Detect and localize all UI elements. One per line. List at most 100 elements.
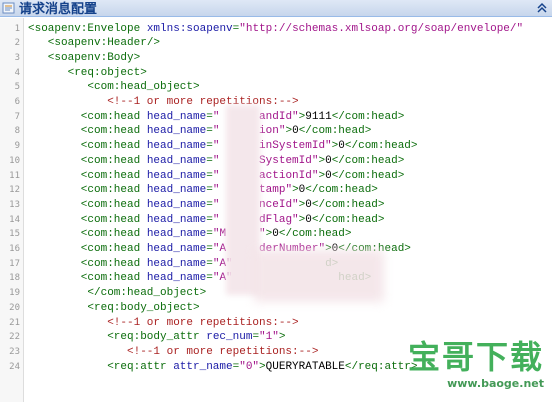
code-line[interactable]: <com:head_object> xyxy=(87,80,199,95)
line-number: 12 xyxy=(9,185,20,196)
token-tag: <soapenv:Header/> xyxy=(47,37,161,50)
token-tag: = xyxy=(206,140,213,153)
token-tag: </com:head_object> xyxy=(87,287,207,300)
token-tag: <com:head_object> xyxy=(87,81,200,94)
token-text: 0 xyxy=(325,169,332,182)
panel-header: 请求消息配置 xyxy=(0,0,552,17)
token-tag: = xyxy=(206,213,213,226)
token-com: <!--1 or more repetitions:--> xyxy=(127,345,319,358)
token-val: "0" xyxy=(239,360,260,373)
token-attr: head_name xyxy=(146,125,207,138)
line-number: 22 xyxy=(9,332,20,343)
token-attr: head_name xyxy=(146,154,207,167)
token-val: "1" xyxy=(259,331,279,344)
token-tag: > xyxy=(292,184,299,197)
code-line[interactable]: </com:head_object> xyxy=(87,286,206,301)
code-line[interactable]: <!--1 or more repetitions:--> xyxy=(107,95,298,110)
line-number: 20 xyxy=(9,302,20,313)
token-tag: = xyxy=(206,110,213,123)
token-attr: head_name xyxy=(146,198,207,211)
token-tag: <soapenv:Envelope xyxy=(28,22,147,35)
redaction-blur xyxy=(254,250,384,302)
token-tag: <com:head xyxy=(80,125,147,138)
token-tag: <soapenv:Body> xyxy=(47,51,141,64)
token-tag: </com:head> xyxy=(311,198,385,211)
token-tag: </com:head> xyxy=(278,228,352,241)
line-number: 13 xyxy=(9,199,20,210)
code-line[interactable]: <soapenv:Body> xyxy=(48,51,140,66)
document-icon xyxy=(2,2,15,14)
code-line[interactable]: <req:body_attr rec_num="1"> xyxy=(107,330,285,345)
line-number: 11 xyxy=(9,170,20,181)
line-number: 24 xyxy=(9,361,20,372)
token-text: 0 xyxy=(272,228,279,241)
token-attr: attr_name xyxy=(173,360,233,373)
line-number: 8 xyxy=(14,126,20,137)
line-number: 23 xyxy=(9,346,20,357)
token-text: 0 xyxy=(338,140,345,153)
token-tag: </com:head> xyxy=(344,140,418,153)
line-number: 4 xyxy=(14,67,20,78)
token-tag: = xyxy=(206,169,213,182)
token-attr: head_name xyxy=(146,243,207,255)
token-tag: = xyxy=(206,184,213,197)
line-number: 14 xyxy=(9,214,20,225)
token-text: 9111 xyxy=(305,110,332,123)
token-tag: <com:head xyxy=(80,198,147,211)
token-text: 0 xyxy=(305,198,312,211)
token-attr: head_name xyxy=(146,169,207,182)
token-tag: <req:attr xyxy=(107,360,174,373)
line-number: 2 xyxy=(14,38,20,49)
token-tag: <com:head xyxy=(80,213,147,226)
token-text: 0 xyxy=(305,213,312,226)
token-attr: head_name xyxy=(146,184,207,197)
code-line[interactable]: <com:head head_name="M ">0</com:head> xyxy=(81,227,352,242)
token-tag: <req:body_object> xyxy=(87,301,200,314)
token-tag: <com:head xyxy=(80,110,147,123)
line-number-gutter: 1 2 3 4 5 6 7 8 9 10 11 12 13 14 15 16 17 18 19 20 21 22 23 24 xyxy=(0,18,24,402)
token-text: 0 xyxy=(325,154,332,167)
token-tag: <com:head xyxy=(80,243,147,255)
line-number: 21 xyxy=(9,317,20,328)
watermark-url: www.baoge.net xyxy=(447,377,544,390)
token-tag: <com:head xyxy=(80,272,147,285)
token-tag: <com:head xyxy=(80,140,147,153)
line-number: 10 xyxy=(9,155,20,166)
token-attr: head_name xyxy=(146,272,207,285)
token-tag: > xyxy=(278,331,286,344)
token-tag: = xyxy=(206,198,213,211)
token-tag: <com:head xyxy=(80,257,147,270)
code-line[interactable]: <req:body_object> xyxy=(87,301,199,316)
code-line[interactable]: <req:object> xyxy=(68,66,147,81)
token-tag: = xyxy=(206,243,213,255)
token-tag: = xyxy=(206,125,213,138)
code-line[interactable]: <!--1 or more repetitions:--> xyxy=(127,345,318,360)
token-text: 0 xyxy=(292,125,299,138)
watermark: 宝哥下载 www.baoge.net xyxy=(396,340,548,398)
token-attr: head_name xyxy=(146,213,207,226)
token-tag: </com:head> xyxy=(331,154,405,167)
token-tag: = xyxy=(206,257,213,270)
code-line[interactable]: <req:attr attr_name="0">QUERYRATABLE</re… xyxy=(107,360,417,375)
line-number: 7 xyxy=(14,111,20,122)
token-attr: head_name xyxy=(146,140,207,153)
code-line[interactable]: <!--1 or more repetitions:--> xyxy=(107,316,298,331)
line-number: 3 xyxy=(14,52,20,63)
collapse-icon[interactable] xyxy=(535,1,549,15)
line-number: 6 xyxy=(14,97,20,107)
token-tag: <com:head xyxy=(80,154,147,167)
line-number: 16 xyxy=(9,244,20,254)
line-number: 5 xyxy=(14,82,20,93)
token-tag: <com:head xyxy=(80,184,147,197)
token-attr: xmlns:soapenv xyxy=(146,22,233,35)
code-line[interactable]: <soapenv:Envelope xmlns:soapenv="http://… xyxy=(28,22,523,37)
token-tag: <com:head xyxy=(80,169,147,182)
token-attr: head_name xyxy=(146,228,207,241)
token-com: <!--1 or more repetitions:--> xyxy=(107,96,299,108)
code-line[interactable]: <soapenv:Header/> xyxy=(48,36,160,51)
token-attr: head_name xyxy=(146,257,207,270)
token-tag: </com:head> xyxy=(298,125,372,138)
panel-title: 请求消息配置 xyxy=(19,1,98,16)
token-tag: </com:head> xyxy=(305,184,378,197)
token-tag: = xyxy=(206,272,213,285)
